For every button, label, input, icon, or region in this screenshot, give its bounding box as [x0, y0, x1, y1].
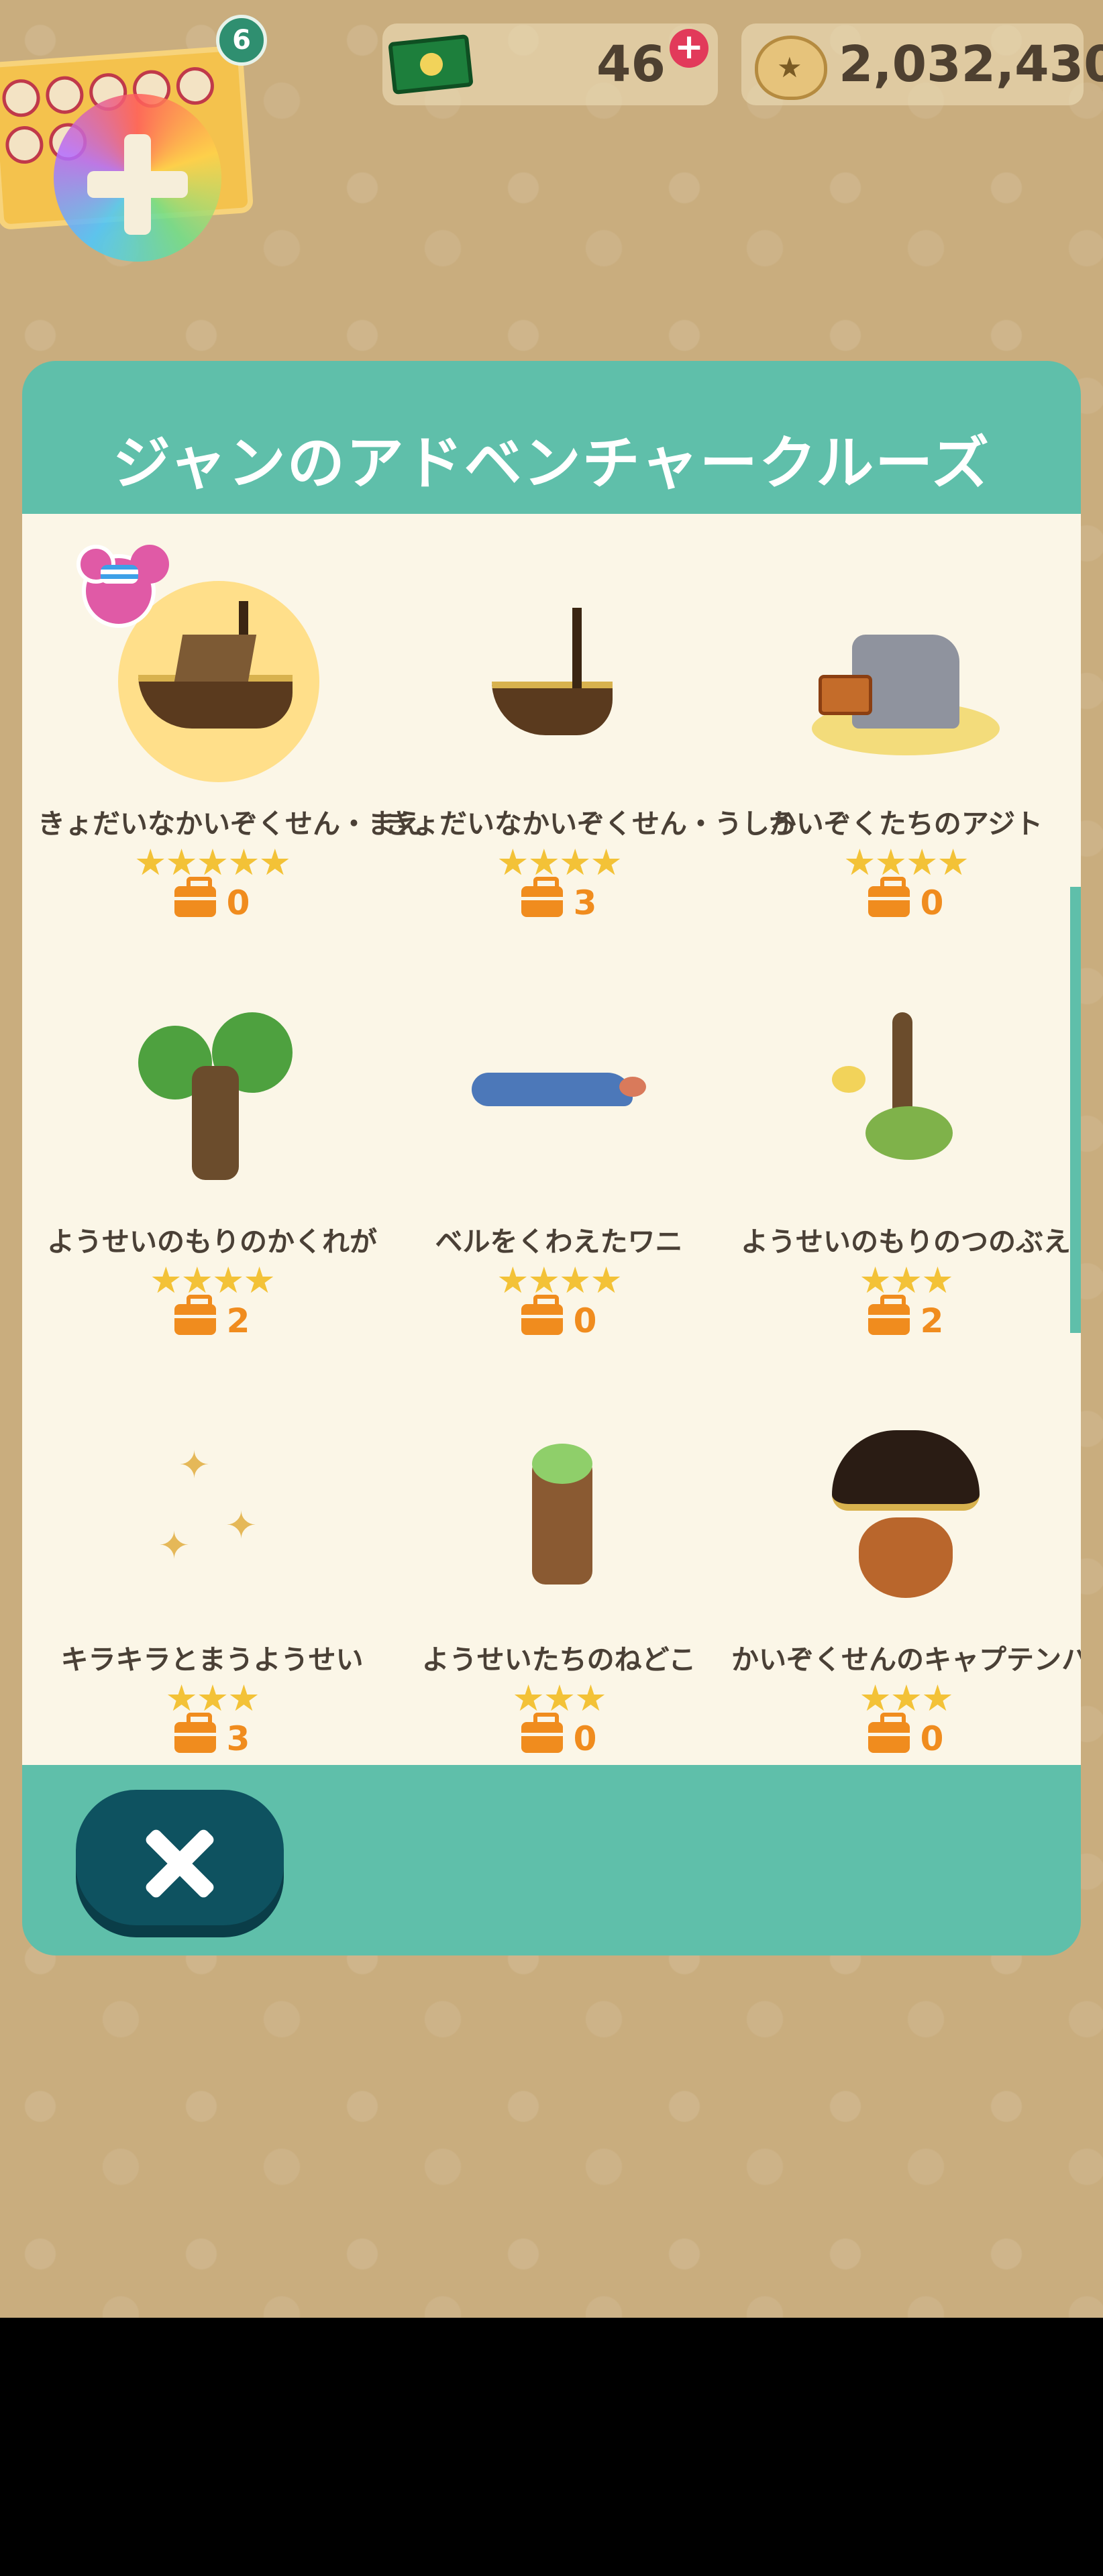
fairy-forest-horn-image	[805, 985, 1006, 1187]
item-count: 2	[38, 1295, 386, 1341]
item-count: 0	[384, 1713, 733, 1759]
plus-icon[interactable]: +	[670, 29, 708, 68]
cruise-items-dialog: ジャンのアドベンチャークルーズ きょだいなかいぞくせん・まえ ★★★★★ 0 き…	[22, 361, 1081, 1955]
item-card[interactable]: きょだいなかいぞくせん・まえ ★★★★★ 0	[38, 541, 423, 922]
briefcase-icon	[521, 1713, 563, 1753]
leaf-ticket-counter[interactable]: 46 +	[382, 23, 718, 105]
item-name: ようせいたちのねどこ	[421, 1644, 696, 1676]
item-count: 2	[731, 1295, 1080, 1341]
rarity-stars: ★★★	[165, 1677, 260, 1719]
item-name: ベルをくわえたワニ	[435, 1226, 683, 1258]
item-card[interactable]: かいぞくせんのキャプテンハット ★★★ 0	[731, 1377, 1081, 1758]
leaf-ticket-value: 46	[596, 36, 666, 93]
rarity-stars: ★★★	[859, 1259, 953, 1301]
notification-badge: 6	[216, 15, 267, 66]
leaf-ticket-icon	[388, 34, 474, 95]
item-name: かいぞくせんのキャプテンハット	[731, 1644, 1081, 1676]
rarity-stars: ★★★★	[843, 841, 969, 883]
briefcase-icon	[174, 877, 216, 917]
rarity-stars: ★★★★	[150, 1259, 276, 1301]
pirate-captain-hat-image	[805, 1403, 1006, 1605]
item-name: かいぞくたちのアジト	[768, 808, 1043, 840]
item-count: 0	[731, 877, 1080, 923]
item-card[interactable]: ベルをくわえたワニ ★★★★ 0	[384, 959, 733, 1340]
pirate-ship-back-image	[458, 568, 660, 769]
item-card[interactable]: ✦ ✦ ✦ キラキラとまうようせい ★★★ 3	[38, 1377, 386, 1758]
item-name: キラキラとまうようせい	[60, 1644, 364, 1676]
fairy-bed-image	[458, 1403, 660, 1605]
item-name: ようせいのもりのかくれが	[47, 1226, 377, 1258]
game-background: 6 46 + 2,032,430 ジャンのアドベンチャークルーズ きょだいなかい…	[0, 0, 1103, 2318]
rarity-stars: ★★★★	[496, 1259, 623, 1301]
item-name: きょだいなかいぞくせん・うしろ	[384, 808, 797, 840]
close-icon	[143, 1827, 217, 1900]
briefcase-icon	[868, 1713, 910, 1753]
close-button[interactable]	[76, 1790, 284, 1937]
briefcase-icon	[174, 1295, 216, 1335]
screen-bottom-bar	[0, 2318, 1103, 2576]
item-count: 3	[384, 877, 733, 923]
rarity-stars: ★★★	[859, 1677, 953, 1719]
briefcase-icon	[521, 877, 563, 917]
item-grid: きょだいなかいぞくせん・まえ ★★★★★ 0 きょだいなかいぞくせん・うしろ ★…	[22, 514, 1081, 1765]
item-count: 0	[384, 1295, 733, 1341]
bells-value: 2,032,430	[839, 36, 1103, 93]
crocodile-with-bell-image	[458, 985, 660, 1187]
fairy-forest-hideout-image	[111, 985, 313, 1187]
dialog-title: ジャンのアドベンチャークルーズ	[113, 430, 990, 497]
item-card[interactable]: ようせいのもりのつのぶえ ★★★ 2	[731, 959, 1080, 1340]
briefcase-icon	[174, 1713, 216, 1753]
jan-villager-icon	[76, 545, 156, 628]
briefcase-icon	[521, 1295, 563, 1335]
item-card[interactable]: ようせいたちのねどこ ★★★ 0	[384, 1377, 733, 1758]
rarity-stars: ★★★★	[496, 841, 623, 883]
item-count: 0	[38, 877, 386, 923]
item-count: 0	[731, 1713, 1080, 1759]
briefcase-icon	[868, 877, 910, 917]
rarity-stars: ★★★	[512, 1677, 607, 1719]
item-card[interactable]: ようせいのもりのかくれが ★★★★ 2	[38, 959, 386, 1340]
cross-icon	[87, 134, 188, 235]
bells-counter: 2,032,430	[741, 23, 1103, 105]
pirate-hideout-image	[805, 568, 1006, 769]
item-name: ようせいのもりのつのぶえ	[741, 1226, 1071, 1258]
item-name: きょだいなかいぞくせん・まえ	[38, 808, 423, 840]
bell-bag-icon	[755, 36, 827, 100]
item-count: 3	[38, 1713, 386, 1759]
briefcase-icon	[868, 1295, 910, 1335]
scrollbar[interactable]	[1070, 887, 1081, 1333]
dancing-fairies-image: ✦ ✦ ✦	[158, 1444, 257, 1568]
item-card[interactable]: かいぞくたちのアジト ★★★★ 0	[731, 541, 1080, 922]
item-card[interactable]: きょだいなかいぞくせん・うしろ ★★★★ 3	[384, 541, 797, 922]
rarity-stars: ★★★★★	[134, 841, 291, 883]
